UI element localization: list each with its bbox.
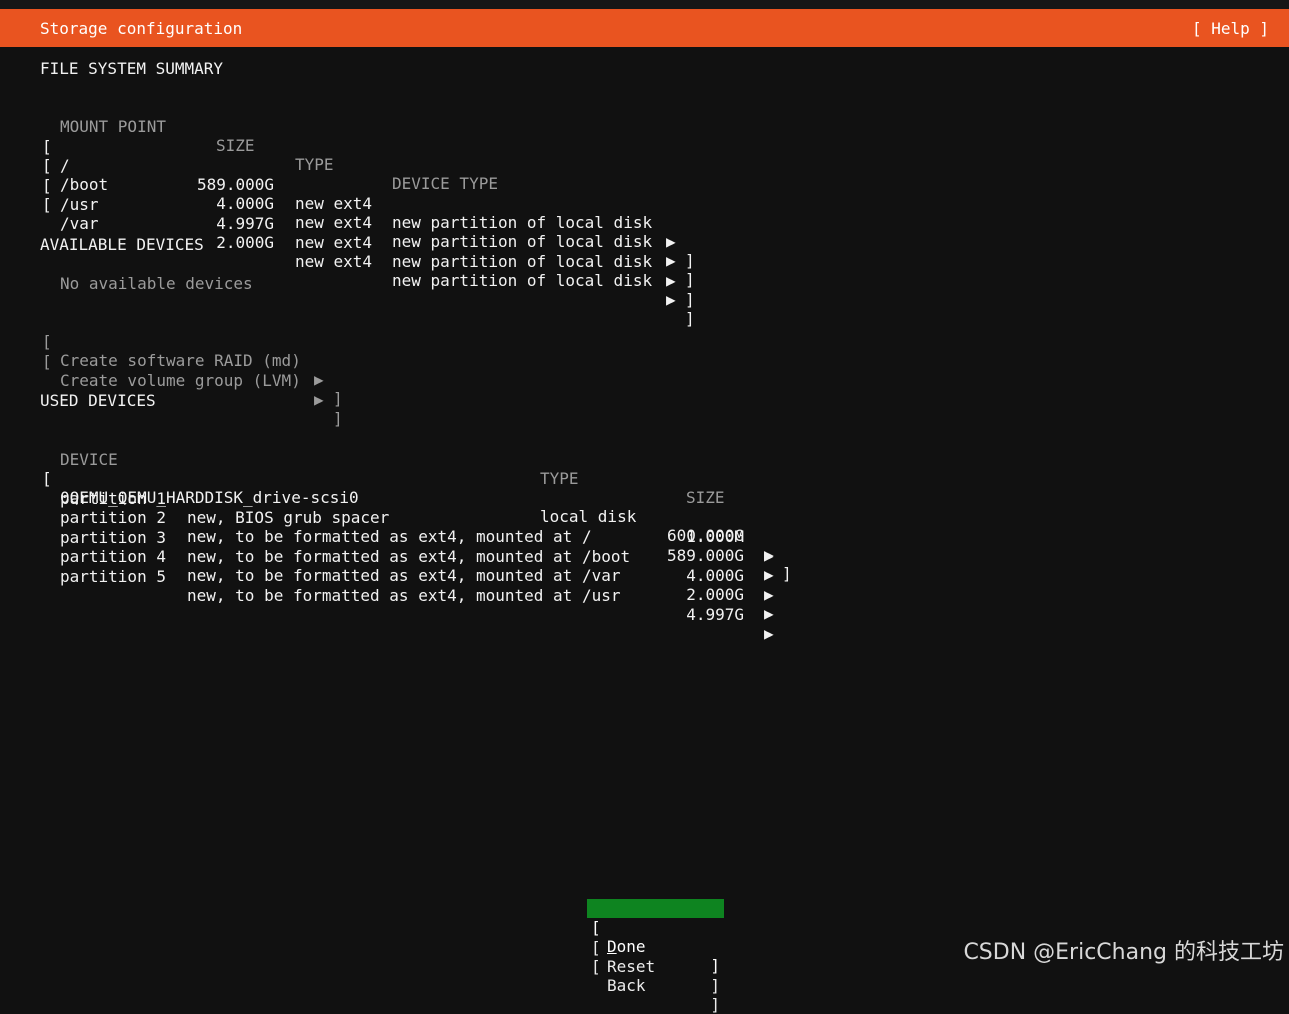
create-lvm-button[interactable]: [ Create volume group (LVM) ▶ ] xyxy=(0,333,400,428)
partition-row[interactable]: partition 1 new, BIOS grub spacer 1.000M… xyxy=(0,470,820,565)
back-rest: ack xyxy=(616,976,646,995)
used-devices-heading: USED DEVICES xyxy=(40,391,156,410)
fs-row[interactable]: [ /usr 4.997G new ext4 new partition of … xyxy=(0,157,800,309)
mount-point: /var xyxy=(60,214,99,233)
bracket-close: ] xyxy=(685,290,695,309)
bracket-open: [ xyxy=(42,195,52,214)
partition-size: 4.997G xyxy=(686,605,744,624)
partition-row[interactable]: partition 4 new, to be formatted as ext4… xyxy=(0,528,820,623)
page-title: Storage configuration xyxy=(40,19,243,38)
reset-rest: eset xyxy=(616,957,656,976)
fs-summary-heading: FILE SYSTEM SUMMARY xyxy=(40,59,224,78)
fs-row[interactable]: [ /var 2.000G new ext4 new partition of … xyxy=(0,176,800,328)
available-devices-heading: AVAILABLE DEVICES xyxy=(40,235,204,254)
bracket-close: ] xyxy=(710,976,720,995)
back-button[interactable]: [ Back ] xyxy=(587,938,724,1014)
bracket-close: ] xyxy=(710,956,720,975)
bracket-close: ] xyxy=(685,270,695,289)
device-type: new partition of local disk xyxy=(392,213,653,232)
fs-type: new ext4 xyxy=(295,213,373,232)
partition-row[interactable]: partition 3 new, to be formatted as ext4… xyxy=(0,509,820,604)
device-type: new partition of local disk xyxy=(392,271,653,290)
device-type: new partition of local disk xyxy=(392,252,653,271)
fs-type: new ext4 xyxy=(295,233,373,252)
bracket-open: [ xyxy=(591,957,601,976)
device-type: new partition of local disk xyxy=(392,232,653,251)
partition-desc: new, to be formatted as ext4, mounted at… xyxy=(187,586,621,605)
arrow-right-icon: ▶ xyxy=(314,370,324,389)
reset-label: Reset xyxy=(607,957,655,976)
fs-row[interactable]: [ /boot 4.000G new ext4 new partition of… xyxy=(0,137,800,289)
arrow-right-icon: ▶ xyxy=(764,604,774,623)
reset-button[interactable]: [ Reset ] xyxy=(587,919,724,995)
back-label: Back xyxy=(607,976,646,995)
bracket-close: ] xyxy=(333,389,343,408)
used-devices-header-row: DEVICE TYPE SIZE xyxy=(0,431,820,507)
partition-row[interactable]: partition 2 new, to be formatted as ext4… xyxy=(0,489,820,584)
watermark: CSDN @EricChang 的科技工坊 xyxy=(963,940,1284,965)
arrow-right-icon: ▶ xyxy=(666,232,676,251)
arrow-right-icon: ▶ xyxy=(764,624,774,643)
fs-type: new ext4 xyxy=(295,252,373,271)
partition-name: partition 5 xyxy=(60,567,166,586)
arrow-right-icon: ▶ xyxy=(666,251,676,270)
disk-row[interactable]: [ 0QEMU_QEMU_HARDDISK_drive-scsi0 local … xyxy=(0,450,820,583)
bracket-close: ] xyxy=(685,309,695,328)
partition-row[interactable]: partition 5 new, to be formatted as ext4… xyxy=(0,548,820,643)
arrow-right-icon: ▶ xyxy=(666,271,676,290)
fs-summary-header-row: MOUNT POINT SIZE TYPE DEVICE TYPE xyxy=(0,98,800,193)
partition-desc: new, to be formatted as ext4, mounted at… xyxy=(187,566,621,585)
done-button[interactable]: [ Done ] xyxy=(587,899,724,975)
arrow-right-icon: ▶ xyxy=(764,565,774,584)
help-button[interactable]: [ Help ] xyxy=(1192,19,1269,38)
header-bar: Storage configuration [ Help ] xyxy=(0,9,1289,47)
top-strip xyxy=(0,0,1289,9)
size: 2.000G xyxy=(216,233,274,252)
no-devices-text: No available devices xyxy=(60,274,253,293)
size: 4.997G xyxy=(216,214,274,233)
arrow-right-icon: ▶ xyxy=(764,585,774,604)
arrow-right-icon: ▶ xyxy=(666,290,676,309)
bracket-close: ] xyxy=(685,251,695,270)
fs-type: new ext4 xyxy=(295,194,373,213)
create-raid-button[interactable]: [ Create software RAID (md) ▶ ] xyxy=(0,313,400,408)
partition-size: 2.000G xyxy=(686,585,744,604)
bracket-close: ] xyxy=(333,409,343,428)
button-label: Create software RAID (md) xyxy=(60,351,301,370)
mount-point: /usr xyxy=(60,195,99,214)
arrow-right-icon: ▶ xyxy=(314,390,324,409)
bracket-open: [ xyxy=(42,352,52,371)
size: 4.000G xyxy=(216,194,274,213)
reset-hotkey: R xyxy=(607,957,617,976)
fs-row[interactable]: [ / 589.000G new ext4 new partition of l… xyxy=(0,118,800,270)
button-label: Create volume group (LVM) xyxy=(60,371,301,390)
bracket-close: ] xyxy=(710,995,720,1014)
back-hotkey: B xyxy=(607,976,617,995)
partition-size: 4.000G xyxy=(686,566,744,585)
